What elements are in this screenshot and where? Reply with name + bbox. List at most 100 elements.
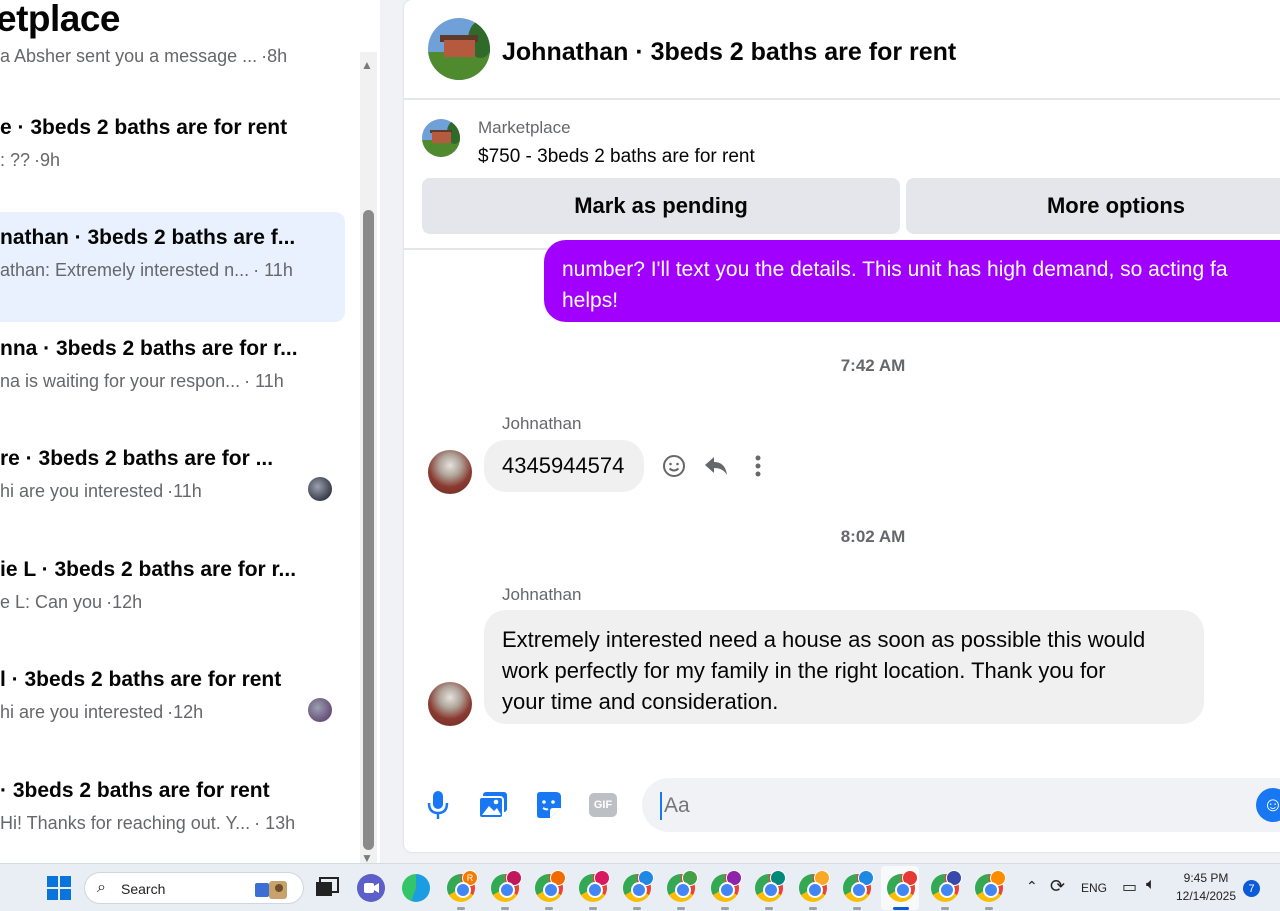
message-sender-name: Johnathan	[502, 414, 582, 433]
chrome-browser-icon[interactable]	[755, 870, 786, 902]
conversation-snippet: athan: Extremely interested n...	[0, 260, 250, 280]
scrollbar-thumb[interactable]	[363, 210, 374, 850]
message-composer[interactable]	[642, 778, 1280, 832]
clock-date[interactable]: 12/14/2025	[1172, 889, 1240, 903]
more-options-button[interactable]: More options	[906, 178, 1280, 234]
notification-badge[interactable]: 7	[1243, 880, 1260, 897]
running-app-indicator	[501, 907, 509, 910]
profile-badge-icon	[682, 870, 698, 886]
listing-avatar[interactable]	[428, 18, 490, 80]
scroll-down-arrow-icon[interactable]: ▼	[361, 851, 373, 863]
profile-badge-icon	[550, 870, 566, 886]
message-timestamp: 7:42 AM	[840, 356, 906, 375]
sent-message-line: number? I'll text you the details. This …	[562, 258, 1228, 281]
react-smiley-icon[interactable]	[660, 452, 688, 480]
listing-card: Marketplace $750 - 3beds 2 baths are for…	[404, 102, 1280, 250]
listing-thumbnail[interactable]	[422, 119, 460, 157]
listing-price-title[interactable]: $750 - 3beds 2 baths are for rent	[478, 146, 755, 168]
show-hidden-icons-chevron-icon[interactable]: ⌃	[1026, 878, 1038, 895]
chat-title[interactable]: Johnathan · 3beds 2 baths are for rent	[502, 38, 956, 67]
read-receipt-avatar	[308, 477, 332, 501]
conversation-item[interactable]: a Absher sent you a message ... ·8h	[0, 0, 345, 106]
profile-badge-icon	[506, 870, 522, 886]
message-sender-name: Johnathan	[502, 585, 582, 604]
profile-badge-icon	[814, 870, 830, 886]
message-input[interactable]	[660, 792, 1220, 820]
search-icon: ⌕	[97, 879, 106, 896]
chrome-browser-icon[interactable]	[491, 870, 522, 902]
language-indicator[interactable]: ENG	[1081, 881, 1107, 895]
conversation-title: l · 3beds 2 baths are for rent	[0, 668, 282, 691]
meet-app-icon[interactable]	[357, 874, 385, 902]
running-app-indicator	[985, 907, 993, 910]
chrome-browser-icon[interactable]: R	[447, 870, 478, 902]
clock-time[interactable]: 9:45 PM	[1176, 871, 1236, 885]
sent-message-bubble[interactable]: number? I'll text you the details. This …	[544, 240, 1280, 322]
conversation-time: · 11h	[253, 260, 293, 280]
conversation-time: ·12h	[167, 702, 204, 722]
conversation-snippet: hi are you interested	[0, 481, 164, 501]
profile-badge-icon	[990, 870, 1006, 886]
taskbar-search-label: Search	[121, 881, 166, 897]
windows-taskbar: ⌕ Search R ⌃ ⟳ ENG ▭ 🔈︎ 9:45 PM 12/14/20…	[0, 863, 1280, 911]
chrome-browser-icon[interactable]	[579, 870, 610, 902]
network-icon[interactable]: ▭	[1122, 877, 1137, 897]
conversation-item[interactable]: re · 3beds 2 baths are for ... hi are you…	[0, 433, 345, 543]
conversation-title: re · 3beds 2 baths are for ...	[0, 447, 274, 470]
profile-badge-icon	[594, 870, 610, 886]
conversation-time: ·8h	[261, 46, 288, 66]
running-app-indicator	[457, 907, 465, 910]
conversation-item[interactable]: e · 3beds 2 baths are for rent: ?? ·9h	[0, 102, 345, 212]
received-message-bubble[interactable]: Extremely interested need a house as soo…	[484, 610, 1204, 724]
windows-start-icon[interactable]	[47, 876, 71, 900]
mark-as-pending-button[interactable]: Mark as pending	[422, 178, 900, 234]
conversation-item[interactable]: nathan · 3beds 2 baths are f... athan: Ex…	[0, 212, 345, 322]
conversation-snippet: na is waiting for your respon...	[0, 371, 241, 391]
chrome-browser-icon[interactable]	[931, 870, 962, 902]
chrome-browser-icon[interactable]	[975, 870, 1006, 902]
received-message-line: work perfectly for my family in the righ…	[502, 658, 1106, 683]
running-app-indicator	[545, 907, 553, 910]
profile-badge-icon	[770, 870, 786, 886]
taskbar-search-box[interactable]: ⌕ Search	[84, 872, 304, 904]
running-app-indicator	[853, 907, 861, 910]
chrome-browser-icon[interactable]	[535, 870, 566, 902]
sticker-icon[interactable]	[533, 790, 563, 820]
conversation-snippet: e L: Can you	[0, 592, 103, 612]
profile-badge-icon: R	[462, 870, 478, 886]
chrome-browser-icon[interactable]	[711, 870, 742, 902]
conversation-time: ·11h	[167, 481, 202, 501]
conversation-item[interactable]: nna · 3beds 2 baths are for r... na is wa…	[0, 323, 345, 433]
conversation-item[interactable]: · 3beds 2 baths are for rent Hi! Thanks f…	[0, 765, 345, 863]
message-timestamp: 8:02 AM	[840, 527, 906, 546]
conversation-snippet: hi are you interested	[0, 702, 164, 722]
sync-icon[interactable]: ⟳	[1050, 876, 1065, 897]
volume-icon[interactable]: 🔈︎	[1146, 876, 1156, 894]
sender-avatar[interactable]	[428, 450, 472, 494]
photo-icon[interactable]	[478, 790, 508, 820]
conversation-item[interactable]: l · 3beds 2 baths are for rent hi are you…	[0, 654, 345, 764]
conversation-title: e · 3beds 2 baths are for rent	[0, 116, 288, 139]
gif-icon[interactable]: GIF	[588, 790, 618, 820]
profile-badge-icon	[726, 870, 742, 886]
chrome-browser-icon[interactable]	[887, 870, 918, 902]
profile-badge-icon	[902, 870, 918, 886]
chrome-browser-icon[interactable]	[799, 870, 830, 902]
conversation-sidebar: etplace a Absher sent you a message ... ·…	[0, 0, 380, 863]
more-vertical-icon[interactable]	[744, 452, 772, 480]
edge-browser-icon[interactable]	[402, 874, 430, 902]
scroll-up-arrow-icon[interactable]: ▲	[361, 58, 373, 72]
sender-avatar[interactable]	[428, 682, 472, 726]
chrome-browser-icon[interactable]	[623, 870, 654, 902]
received-message-bubble[interactable]: 4345944574	[484, 440, 644, 492]
chrome-browser-icon[interactable]	[667, 870, 698, 902]
reply-arrow-icon[interactable]	[702, 452, 730, 480]
task-view-icon[interactable]	[314, 874, 342, 902]
chrome-browser-icon[interactable]	[843, 870, 874, 902]
chat-header: Johnathan · 3beds 2 baths are for rent	[404, 0, 1280, 100]
conversation-title: nna · 3beds 2 baths are for r...	[0, 337, 298, 360]
received-message-line: Extremely interested need a house as soo…	[502, 627, 1146, 652]
microphone-icon[interactable]	[423, 790, 453, 820]
conversation-item[interactable]: ie L · 3beds 2 baths are for r... e L: Ca…	[0, 544, 345, 654]
running-app-indicator	[893, 907, 909, 910]
